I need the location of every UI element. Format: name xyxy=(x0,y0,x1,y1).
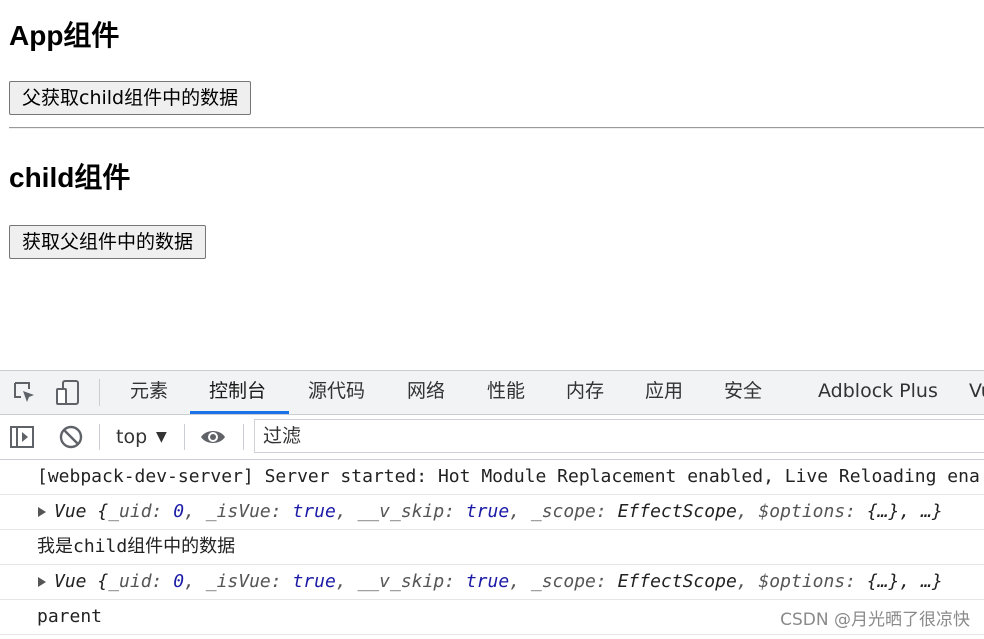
device-toolbar-icon[interactable] xyxy=(54,379,82,407)
devtools-tabbar: 元素 控制台 源代码 网络 性能 内存 应用 安全 Adblock Plus V… xyxy=(0,371,984,415)
child-title: child组件 xyxy=(9,162,131,193)
tab-security[interactable]: 安全 xyxy=(724,371,762,414)
tab-elements[interactable]: 元素 xyxy=(130,371,168,414)
get-child-data-button[interactable]: 父获取child组件中的数据 xyxy=(9,81,252,115)
console-message: 我是child组件中的数据 xyxy=(0,530,984,565)
app-viewport: App组件 父获取child组件中的数据 child组件 获取父组件中的数据 xyxy=(0,0,984,370)
app-title: App组件 xyxy=(9,20,120,51)
context-selector[interactable]: top xyxy=(116,415,147,459)
tab-memory[interactable]: 内存 xyxy=(566,371,604,414)
sidebar-toggle-icon[interactable] xyxy=(9,424,35,450)
tab-console[interactable]: 控制台 xyxy=(209,371,266,414)
tab-adblock-plus[interactable]: Adblock Plus xyxy=(818,371,938,414)
toolbar-separator xyxy=(99,424,100,450)
console-object-message[interactable]: Vue {_uid: 0, _isVue: true, __v_skip: tr… xyxy=(0,495,984,530)
toolbar-separator xyxy=(243,424,244,450)
toolbar-separator xyxy=(184,424,185,450)
toolbar-separator xyxy=(99,379,100,406)
tab-vue[interactable]: Vu xyxy=(969,371,984,414)
tab-performance[interactable]: 性能 xyxy=(487,371,525,414)
get-parent-data-button[interactable]: 获取父组件中的数据 xyxy=(9,225,207,259)
live-expression-eye-icon[interactable] xyxy=(199,425,227,449)
tab-network[interactable]: 网络 xyxy=(407,371,445,414)
divider xyxy=(9,127,984,129)
console-message: [webpack-dev-server] Server started: Hot… xyxy=(0,460,984,495)
tab-application[interactable]: 应用 xyxy=(645,371,683,414)
inspect-element-icon[interactable] xyxy=(12,380,38,406)
clear-console-icon[interactable] xyxy=(58,424,84,450)
console-toolbar: top ▼ xyxy=(0,415,984,460)
expand-triangle-icon[interactable] xyxy=(38,507,46,517)
expand-triangle-icon[interactable] xyxy=(38,577,46,587)
console-object-message[interactable]: Vue {_uid: 0, _isVue: true, __v_skip: tr… xyxy=(0,565,984,600)
console-filter-input[interactable] xyxy=(254,419,984,453)
watermark: CSDN @月光晒了很凉快 xyxy=(780,605,970,630)
devtools-panel: 元素 控制台 源代码 网络 性能 内存 应用 安全 Adblock Plus V… xyxy=(0,370,984,639)
tab-sources[interactable]: 源代码 xyxy=(308,371,365,414)
context-dropdown-arrow-icon[interactable]: ▼ xyxy=(156,415,167,459)
active-tab-indicator xyxy=(190,411,289,414)
